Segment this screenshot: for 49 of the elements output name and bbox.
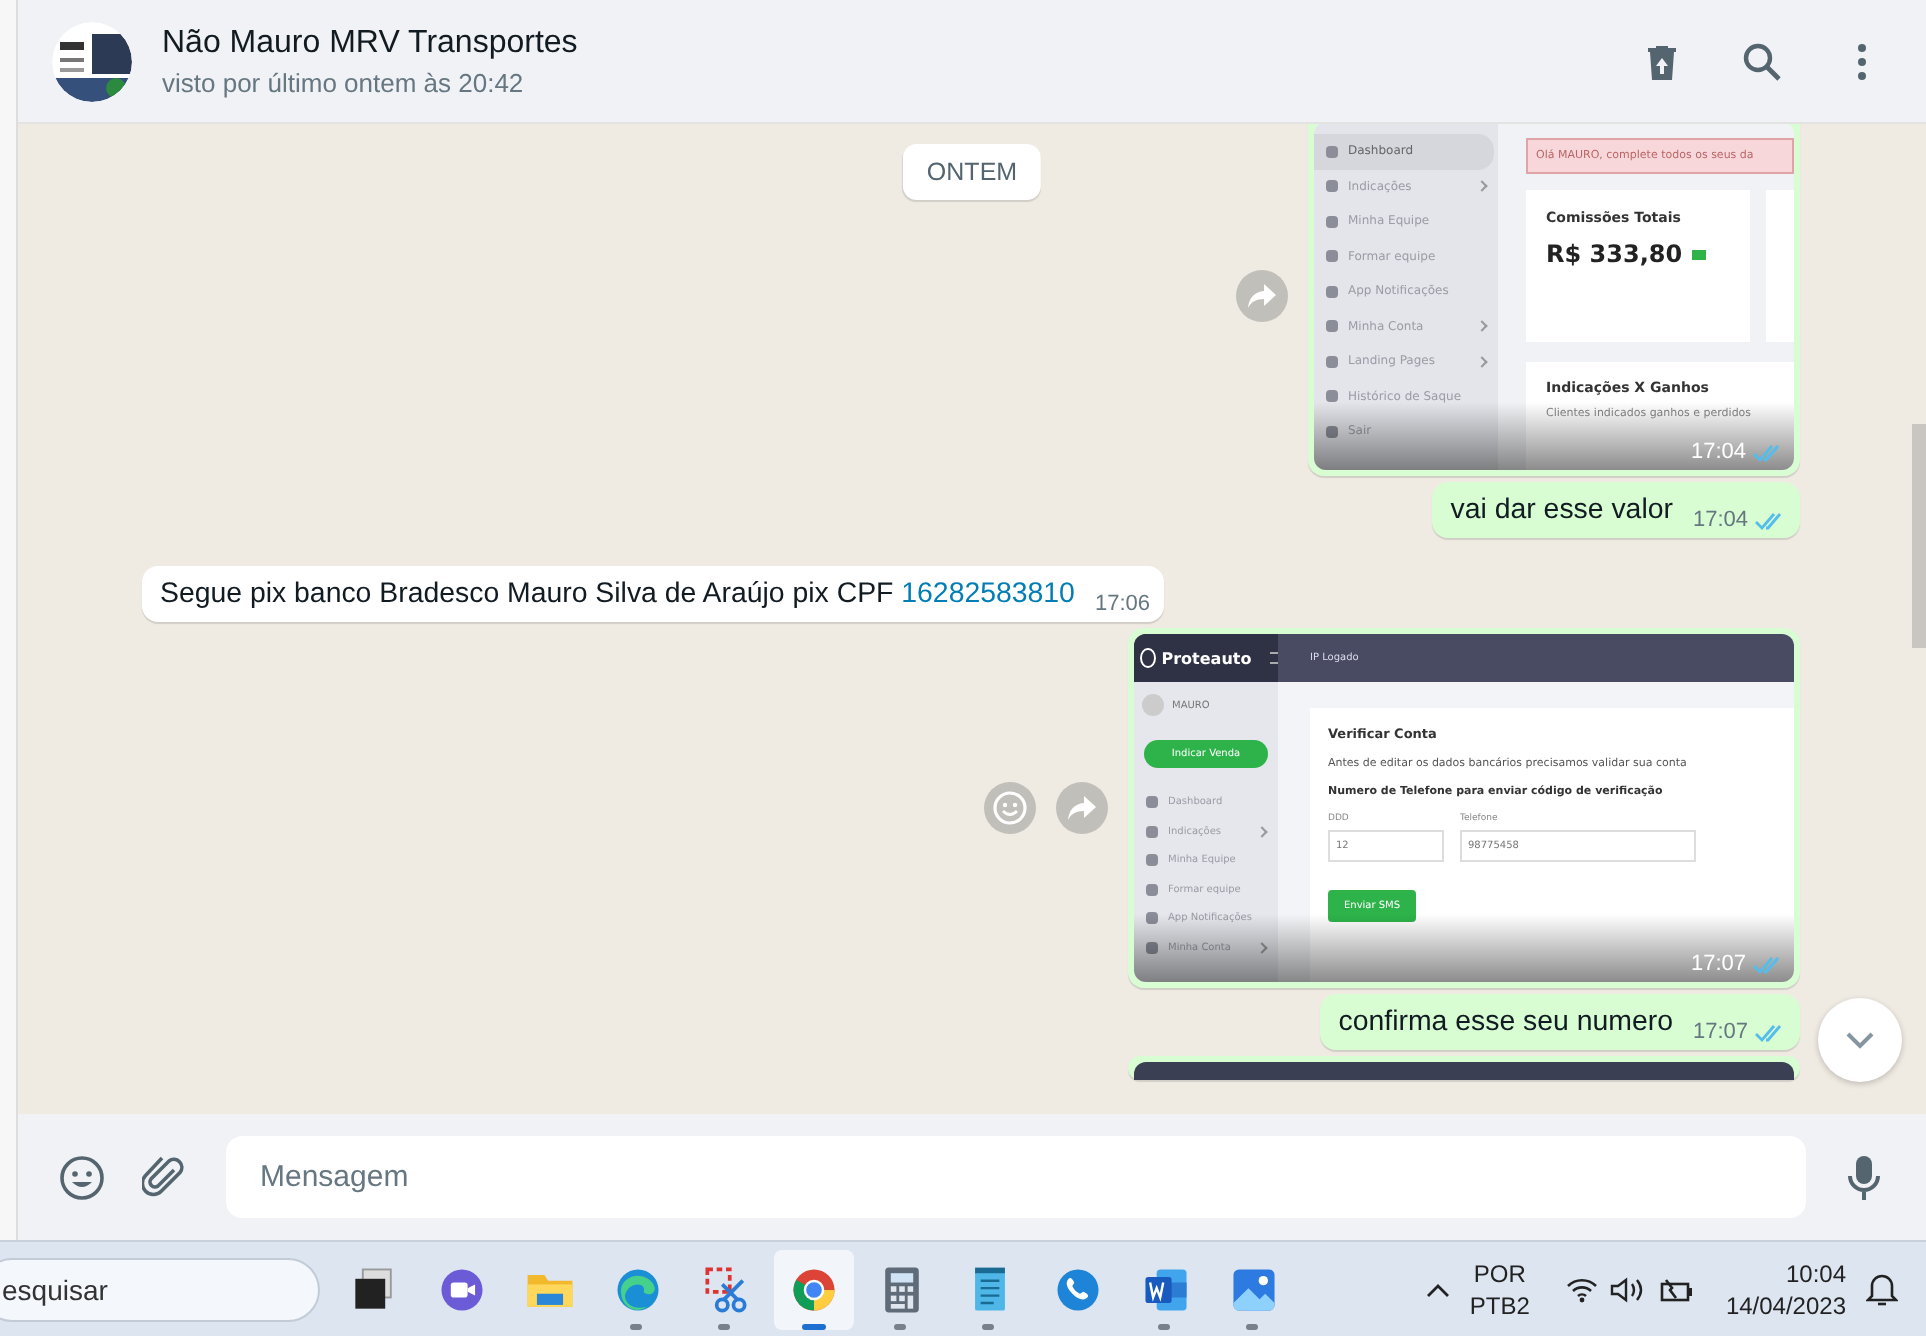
message-time: 17:04 (1690, 440, 1746, 464)
item-icon (1146, 825, 1158, 838)
scrollbar-thumb[interactable] (1912, 424, 1926, 648)
contact-name: Não Mauro MRV Transportes (162, 25, 580, 61)
chevron-down-icon (1844, 1030, 1876, 1050)
item-icon (1146, 941, 1158, 954)
phone-link[interactable]: 16282583810 (901, 578, 1075, 610)
avatar-icon (1142, 694, 1164, 716)
item-icon (1326, 425, 1338, 438)
battery-icon[interactable] (1657, 1275, 1694, 1303)
item-icon (1146, 854, 1158, 867)
message-time: 17:04 (1692, 508, 1748, 532)
language-indicator[interactable]: POR (1473, 1257, 1526, 1289)
message-text: vai dar esse valor (1450, 494, 1673, 526)
emoji-icon[interactable] (58, 1153, 106, 1201)
date-badge: ONTEM (902, 144, 1042, 200)
money-icon (1692, 249, 1707, 259)
message-time: 17:07 (1692, 1020, 1748, 1044)
item-icon (1326, 215, 1338, 228)
item-icon (1326, 250, 1338, 263)
speaker-icon[interactable] (1609, 1275, 1646, 1303)
brand-logo: Proteauto (1161, 649, 1252, 667)
logo-icon (1140, 648, 1156, 668)
message-input[interactable]: Mensagem (226, 1136, 1806, 1218)
item-icon (1326, 390, 1338, 403)
message-text: confirma esse seu numero (1338, 1006, 1673, 1038)
keyboard-layout[interactable]: PTB2 (1469, 1289, 1530, 1321)
message-time: 17:06 (1094, 592, 1150, 616)
item-icon (1326, 145, 1338, 158)
item-icon (1146, 796, 1158, 809)
chevron-up-icon[interactable] (1425, 1281, 1450, 1297)
last-seen-status: visto por último ontem às 20:42 (162, 67, 526, 97)
item-icon (1146, 912, 1158, 925)
item-icon (1146, 883, 1158, 896)
wifi-icon[interactable] (1565, 1275, 1598, 1303)
search-field[interactable]: esquisar (0, 1257, 320, 1321)
microphone-icon[interactable] (1846, 1153, 1882, 1201)
contact-avatar[interactable] (52, 21, 132, 101)
item-icon (1326, 355, 1338, 368)
clock-date[interactable]: 14/04/2023 (1725, 1289, 1846, 1321)
attach-icon[interactable] (142, 1153, 186, 1201)
clock-time[interactable]: 10:04 (1785, 1257, 1846, 1289)
item-icon (1326, 320, 1338, 333)
item-icon (1326, 285, 1338, 298)
message-time: 17:07 (1690, 952, 1746, 976)
notification-icon[interactable] (1866, 1271, 1898, 1307)
menu-icon[interactable] (1269, 652, 1278, 664)
item-icon (1326, 180, 1338, 193)
message-text: Segue pix banco Bradesco Mauro Silva de Araújo pix CPF 16282583810 (160, 578, 1075, 610)
